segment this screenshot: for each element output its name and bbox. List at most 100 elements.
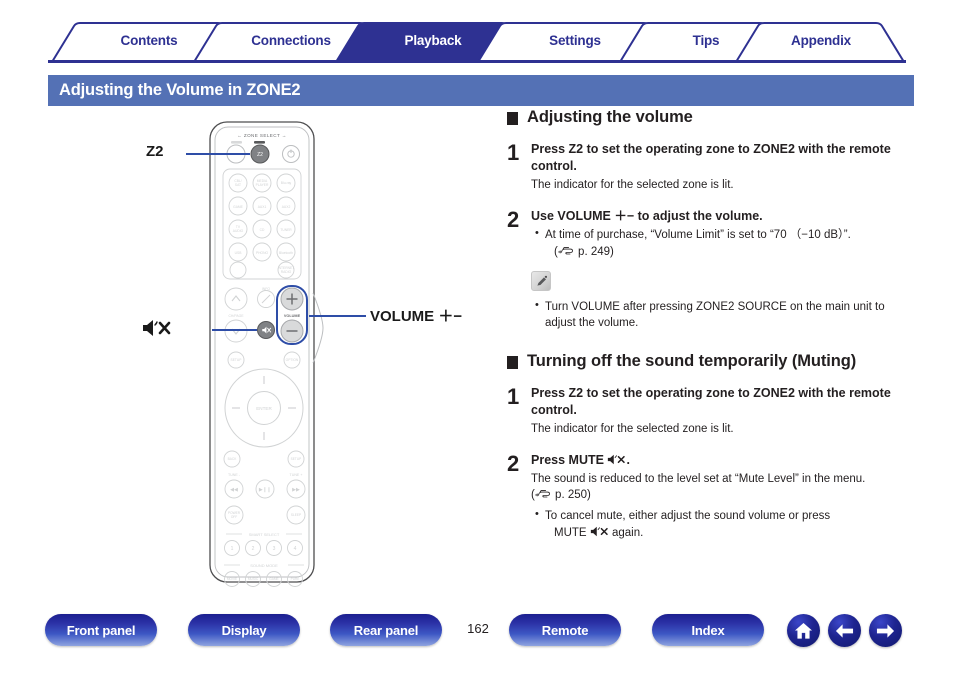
forward-button[interactable]: [869, 614, 902, 647]
bullet-text: Turn VOLUME after pressing ZONE2 SOURCE …: [545, 300, 885, 329]
tab-contents[interactable]: Contents: [79, 33, 219, 48]
remote-diagram: ← ZONE SELECT → Z2 CBL/SAT MEDIAPLAYER B…: [186, 121, 366, 587]
step-number: 2: [507, 206, 520, 232]
tab-connections[interactable]: Connections: [221, 33, 361, 48]
page-reference: ( p. 250): [531, 488, 917, 506]
bullet-cancel-mute: To cancel mute, either adjust the sound …: [535, 507, 917, 541]
svg-text:4: 4: [294, 546, 297, 552]
step-title: Press Z2 to set the operating zone to ZO…: [531, 141, 891, 173]
svg-text:CD: CD: [260, 228, 265, 232]
footer-button-index[interactable]: Index: [652, 614, 764, 646]
svg-text:▶❙❙: ▶❙❙: [259, 487, 271, 493]
svg-text:OPTION: OPTION: [286, 358, 299, 362]
mute-icon: [608, 454, 626, 465]
content-column: Adjusting the volume 1 Press Z2 to set t…: [507, 108, 917, 551]
pointing-hand-icon: [535, 489, 551, 506]
tab-appendix[interactable]: Appendix: [763, 33, 879, 48]
step-number: 1: [507, 384, 520, 410]
page-number: 162: [467, 621, 489, 636]
section-heading-muting: Turning off the sound temporarily (Mutin…: [507, 352, 917, 371]
callout-label-volume: VOLUME ＋−: [370, 308, 463, 325]
footer-button-remote[interactable]: Remote: [509, 614, 621, 646]
page-reference-text: p. 250: [555, 488, 588, 501]
mute-icon: [143, 320, 171, 336]
svg-text:SLEEP: SLEEP: [291, 513, 301, 517]
step-2-muting: 2 Press MUTE . The sound is reduced to t…: [507, 452, 917, 542]
svg-text:AUX1: AUX1: [258, 205, 267, 209]
svg-text:RADIO: RADIO: [281, 270, 292, 274]
manual-page: Contents Connections Playback Settings T…: [0, 0, 954, 673]
cursor-ring: ENTER: [224, 368, 304, 448]
footer-button-display[interactable]: Display: [188, 614, 300, 646]
mute-icon: [590, 526, 608, 536]
step-title: Press MUTE .: [531, 452, 917, 469]
step-title-text: Press MUTE: [531, 452, 604, 467]
svg-text:Blu-ray: Blu-ray: [281, 181, 292, 185]
step-number: 1: [507, 139, 520, 165]
arrow-left-icon: [835, 623, 854, 638]
svg-text:VOLUME: VOLUME: [284, 314, 301, 318]
pointing-hand-icon: [558, 246, 574, 262]
transport-row: TUNE - TUNE + ◀◀ ▶❙❙ ▶▶: [224, 473, 306, 499]
page-title-bar: Adjusting the Volume in ZONE2: [48, 75, 914, 106]
svg-text:Z2: Z2: [257, 152, 263, 158]
top-tab-bar: Contents Connections Playback Settings T…: [48, 22, 906, 63]
svg-text:1: 1: [231, 546, 234, 552]
smart-select-group: SMART SELECT 1 2 3 4: [224, 532, 303, 556]
svg-text:◀◀: ◀◀: [230, 487, 238, 493]
bullet-volume-limit: At time of purchase, “Volume Limit” is s…: [535, 226, 917, 262]
footer-button-rear-panel[interactable]: Rear panel: [330, 614, 442, 646]
step-subtext: The indicator for the selected zone is l…: [531, 422, 734, 435]
step-subtext: The sound is reduced to the level set at…: [531, 472, 866, 485]
bullet-text-line2: MUTE again.: [554, 526, 644, 539]
tab-underline: [48, 60, 906, 63]
back-button[interactable]: [828, 614, 861, 647]
home-icon: [794, 622, 813, 639]
bullet-text: At time of purchase, “Volume Limit” is s…: [545, 229, 851, 242]
svg-text:3: 3: [273, 546, 276, 552]
arrow-right-icon: [876, 623, 895, 638]
svg-text:SETUP: SETUP: [291, 457, 302, 461]
svg-text:GAME: GAME: [233, 205, 244, 209]
svg-text:OFF: OFF: [231, 515, 237, 519]
svg-text:ENTER: ENTER: [256, 406, 272, 411]
step-title: Press Z2 to set the operating zone to ZO…: [531, 386, 891, 418]
svg-text:PURE: PURE: [291, 577, 300, 581]
section-heading-text: Adjusting the volume: [527, 108, 693, 126]
svg-text:AUDIO: AUDIO: [233, 229, 244, 233]
step-bullet-list: At time of purchase, “Volume Limit” is s…: [531, 226, 917, 262]
svg-text:MUSIC: MUSIC: [248, 577, 259, 581]
step-bullet-list: To cancel mute, either adjust the sound …: [531, 507, 917, 541]
footer-nav: Front panel Display Rear panel 162 Remot…: [0, 614, 954, 664]
note-bullet-turn-volume: Turn VOLUME after pressing ZONE2 SOURCE …: [535, 298, 917, 332]
svg-text:SAT: SAT: [235, 183, 241, 187]
svg-text:PHONO: PHONO: [256, 251, 269, 255]
sound-mode-group: SOUND MODE MOVIE MUSIC GAME PURE: [224, 563, 304, 587]
callout-label-z2: Z2: [146, 143, 164, 160]
section-heading-adjusting-volume: Adjusting the volume: [507, 108, 917, 127]
svg-text:← ZONE SELECT →: ← ZONE SELECT →: [237, 133, 287, 138]
svg-text:SOUND MODE: SOUND MODE: [250, 563, 278, 568]
bullet-text: To cancel mute, either adjust the sound …: [545, 510, 831, 523]
tab-tips[interactable]: Tips: [649, 33, 763, 48]
step-title-period: .: [626, 452, 630, 467]
svg-text:MOVIE: MOVIE: [227, 577, 237, 581]
svg-text:TUNER: TUNER: [280, 228, 292, 232]
step-title: Use VOLUME ＋− to adjust the volume.: [531, 208, 763, 223]
zone-select-group: ← ZONE SELECT → Z2: [226, 133, 300, 164]
tab-playback[interactable]: Playback: [363, 33, 503, 48]
note-box: Turn VOLUME after pressing ZONE2 SOURCE …: [531, 271, 917, 331]
tab-settings[interactable]: Settings: [505, 33, 645, 48]
svg-text:Bluetooth: Bluetooth: [279, 251, 293, 255]
footer-button-front-panel[interactable]: Front panel: [45, 614, 157, 646]
section-bullet-square: [507, 356, 518, 370]
page-title: Adjusting the Volume in ZONE2: [59, 81, 301, 99]
channel-volume-row: CH/PAGE INFO VOLUME: [224, 285, 308, 345]
svg-text:2: 2: [252, 546, 255, 552]
svg-text:▶▶: ▶▶: [292, 487, 300, 493]
svg-text:SMART SELECT: SMART SELECT: [249, 532, 280, 537]
svg-text:TUNE +: TUNE +: [290, 473, 303, 477]
pencil-icon: [531, 271, 551, 292]
home-button[interactable]: [787, 614, 820, 647]
svg-text:TUNE -: TUNE -: [228, 473, 241, 477]
